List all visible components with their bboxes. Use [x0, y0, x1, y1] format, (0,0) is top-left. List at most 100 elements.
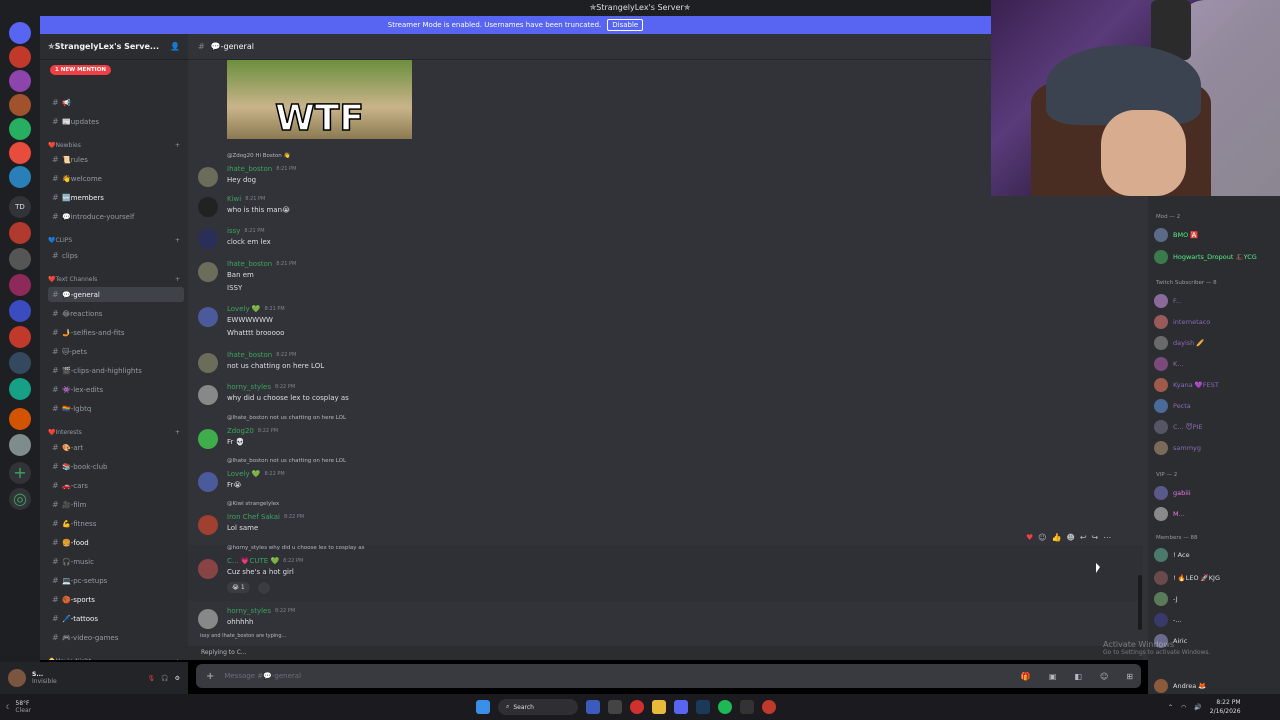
- avatar[interactable]: [198, 167, 218, 187]
- home-icon[interactable]: [9, 22, 31, 44]
- avatar[interactable]: [198, 472, 218, 492]
- windows-start-icon[interactable]: [476, 700, 490, 714]
- reply-reference[interactable]: @horny_styles why did u choose lex to co…: [227, 545, 365, 551]
- message-author[interactable]: Ihate_boston 8:22 PM: [227, 351, 296, 359]
- member-item[interactable]: Kyana 💜FEST: [1154, 376, 1278, 394]
- author-name[interactable]: C... 💗CUTE 💚: [227, 557, 279, 565]
- smile-reaction-icon[interactable]: ☺: [1038, 533, 1046, 542]
- sidebar-channel[interactable]: # 🎬-clips-and-highlights: [48, 363, 184, 378]
- server-icon[interactable]: [9, 326, 31, 348]
- sidebar-channel[interactable]: # clips: [48, 248, 184, 263]
- sidebar-channel[interactable]: # 🐱-pets: [48, 344, 184, 359]
- category-header[interactable]: 🍿Movie Night +: [48, 658, 180, 660]
- add-channel-icon[interactable]: +: [175, 142, 180, 149]
- sidebar-channel[interactable]: # 🖊️-tattoos: [48, 611, 184, 626]
- sidebar-channel[interactable]: # 🎧-music: [48, 554, 184, 569]
- wtf-gif[interactable]: WTF: [227, 60, 412, 139]
- author-name[interactable]: Ihate_boston: [227, 260, 272, 268]
- server-icon-td[interactable]: TD: [9, 196, 31, 218]
- server-icon[interactable]: [9, 118, 31, 140]
- taskbar-search[interactable]: ⌕ Search: [498, 699, 578, 715]
- obs-icon[interactable]: [740, 700, 754, 714]
- author-name[interactable]: Ihate_boston: [227, 351, 272, 359]
- more-icon[interactable]: ⋯: [1103, 533, 1111, 542]
- reply-reference[interactable]: @Kiwi strangelylex: [227, 501, 279, 507]
- server-icon[interactable]: [9, 248, 31, 270]
- opera-icon[interactable]: [630, 700, 644, 714]
- emoji-icon[interactable]: ☺: [1100, 672, 1108, 681]
- sidebar-channel[interactable]: # 📚-book-club: [48, 459, 184, 474]
- server-icon[interactable]: [9, 142, 31, 164]
- sidebar-channel[interactable]: # 😂reactions: [48, 306, 184, 321]
- author-name[interactable]: Iron Chef Sakai: [227, 513, 280, 521]
- server-icon[interactable]: [9, 166, 31, 188]
- member-item[interactable]: K...: [1154, 355, 1278, 373]
- server-header[interactable]: ✯StrangelyLex's Serve... 👤: [40, 34, 188, 60]
- member-item[interactable]: gabiii: [1154, 484, 1278, 502]
- member-item[interactable]: BMO 🅰️: [1154, 226, 1278, 244]
- category-header[interactable]: ❤️Text Channels +: [48, 276, 180, 283]
- add-channel-icon[interactable]: +: [175, 276, 180, 283]
- add-channel-icon[interactable]: +: [175, 237, 180, 244]
- member-item[interactable]: Hogwarts_Dropout 🎩YCG: [1154, 248, 1278, 266]
- message-author[interactable]: horny_styles 8:22 PM: [227, 607, 295, 615]
- discover-icon[interactable]: ◎: [9, 488, 31, 510]
- sidebar-channel[interactable]: # 🏀-sports: [48, 592, 184, 607]
- headphones-icon[interactable]: 🎧: [161, 675, 168, 682]
- message-author[interactable]: horny_styles 8:22 PM: [227, 383, 295, 391]
- task-view-icon[interactable]: [608, 700, 622, 714]
- message-author[interactable]: C... 💗CUTE 💚 8:22 PM: [227, 557, 303, 565]
- sidebar-channel[interactable]: # 🏳️‍🌈-lgbtq: [48, 401, 184, 416]
- category-header[interactable]: ❤️Interests +: [48, 429, 180, 436]
- discord-icon[interactable]: [674, 700, 688, 714]
- avatar[interactable]: [198, 307, 218, 327]
- member-item[interactable]: Andrea 🦊: [1154, 677, 1278, 694]
- add-attachment-icon[interactable]: +: [206, 671, 214, 682]
- server-icon[interactable]: [9, 222, 31, 244]
- thumbs-up-icon[interactable]: 👍: [1052, 533, 1062, 542]
- clock[interactable]: 8:22 PM 2/16/2026: [1210, 698, 1241, 716]
- author-name[interactable]: Kiwi: [227, 195, 241, 203]
- sidebar-channel[interactable]: # 💪-fitness: [48, 516, 184, 531]
- weather-widget[interactable]: ☾ 58°F Clear: [6, 700, 31, 714]
- sidebar-channel[interactable]: # 🤳-selfies-and-fits: [48, 325, 184, 340]
- invite-icon[interactable]: 👤: [170, 42, 180, 51]
- server-icon[interactable]: [9, 378, 31, 400]
- steam-icon[interactable]: [696, 700, 710, 714]
- member-item[interactable]: F...: [1154, 292, 1278, 310]
- add-channel-icon[interactable]: +: [175, 429, 180, 436]
- mic-muted-icon[interactable]: 🎙: [148, 675, 156, 682]
- avatar[interactable]: [198, 197, 218, 217]
- folder-icon[interactable]: [652, 700, 666, 714]
- server-icon[interactable]: [9, 434, 31, 456]
- member-item[interactable]: -...: [1154, 611, 1278, 629]
- message-author[interactable]: Zdog20 8:22 PM: [227, 427, 278, 435]
- message-author[interactable]: Lovely 💚 8:22 PM: [227, 470, 285, 478]
- server-icon[interactable]: [9, 274, 31, 296]
- gear-icon[interactable]: ⚙: [175, 675, 180, 682]
- category-header[interactable]: ❤️Newbies +: [48, 142, 180, 149]
- message-author[interactable]: issy 8:21 PM: [227, 227, 265, 235]
- member-item[interactable]: Pecta: [1154, 397, 1278, 415]
- member-item[interactable]: C... 😈PIE: [1154, 418, 1278, 436]
- server-icon[interactable]: [9, 70, 31, 92]
- category-header[interactable]: 💙CLIPS +: [48, 237, 180, 244]
- author-name[interactable]: Lovely 💚: [227, 305, 261, 313]
- member-item[interactable]: ! Ace: [1154, 546, 1278, 564]
- sidebar-channel[interactable]: # 🎥-film: [48, 497, 184, 512]
- forward-icon[interactable]: ↪: [1092, 533, 1099, 542]
- sidebar-channel[interactable]: # 💬-general: [48, 287, 184, 302]
- sidebar-channel[interactable]: # 📜rules: [48, 152, 184, 167]
- message-author[interactable]: Ihate_boston 8:21 PM: [227, 165, 296, 173]
- avatar[interactable]: [198, 609, 218, 629]
- member-item[interactable]: internetaco: [1154, 313, 1278, 331]
- disable-streamer-button[interactable]: Disable: [607, 19, 644, 31]
- author-name[interactable]: Zdog20: [227, 427, 254, 435]
- member-item[interactable]: M...: [1154, 505, 1278, 523]
- heart-reaction-icon[interactable]: ♥: [1026, 533, 1033, 542]
- new-mention-pill[interactable]: 1 NEW MENTION: [50, 65, 111, 75]
- server-icon[interactable]: [9, 408, 31, 430]
- sidebar-channel[interactable]: # 🆕members: [48, 190, 184, 205]
- sidebar-channel[interactable]: # 📢: [48, 95, 184, 110]
- sidebar-channel[interactable]: # 🎮-video-games: [48, 630, 184, 645]
